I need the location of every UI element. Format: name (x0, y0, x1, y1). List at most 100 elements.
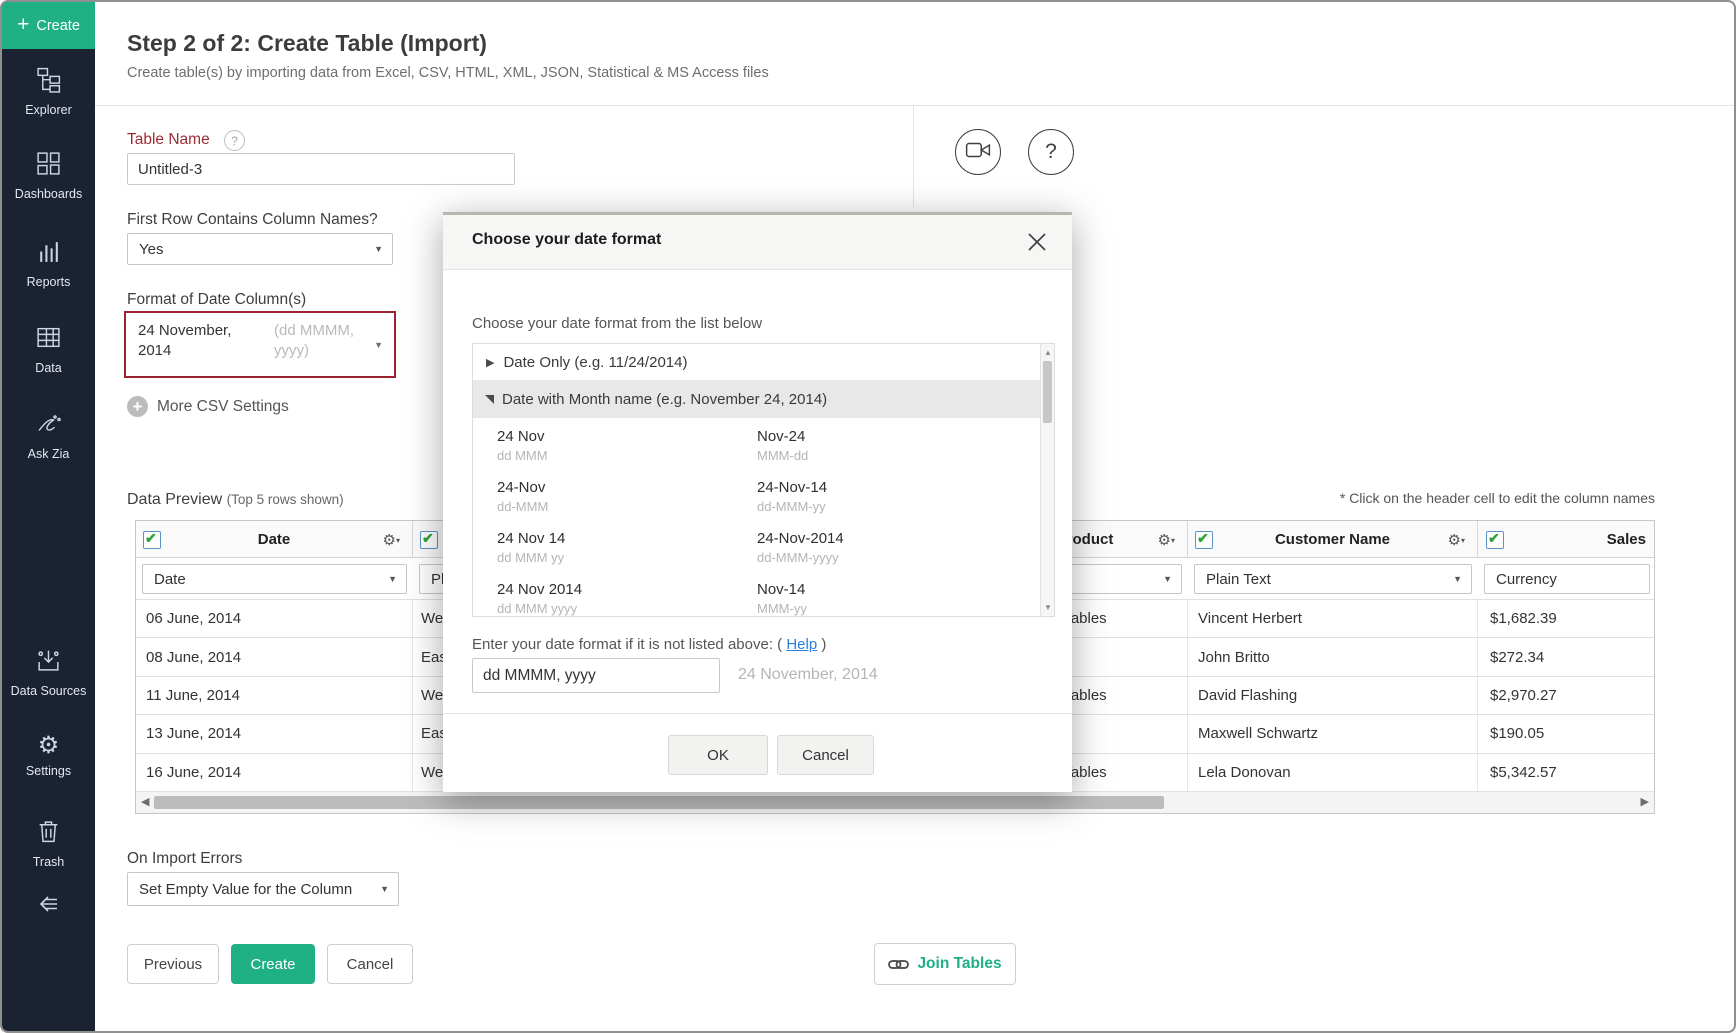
header-cell-sales[interactable]: ✔ Sales (1478, 521, 1656, 558)
settings-gear-icon: ⚙ (38, 733, 60, 759)
format-option[interactable]: 24 Nov 2014dd MMM yyyy (497, 581, 582, 616)
sidebar-item-label: Dashboards (15, 187, 82, 201)
date-format-hint: (dd MMMM, yyyy) (274, 321, 376, 361)
previous-button[interactable]: Previous (127, 944, 219, 984)
more-csv-settings-link[interactable]: More CSV Settings (157, 398, 289, 416)
data-preview-rows-note: (Top 5 rows shown) (227, 492, 344, 507)
sidebar: + Create Explorer Dashboards Reports (2, 2, 95, 1031)
scroll-down-icon[interactable]: ▼ (1043, 603, 1053, 612)
group-date-only[interactable]: ▶ Date Only (e.g. 11/24/2014) (473, 344, 1054, 381)
first-row-label: First Row Contains Column Names? (127, 211, 378, 229)
table-name-input[interactable] (127, 153, 515, 185)
expanded-triangle-icon (485, 395, 494, 404)
cancel-button[interactable]: Cancel (327, 944, 413, 984)
create-table-button[interactable]: Create (231, 944, 315, 984)
link-chain-icon (888, 957, 909, 972)
cell-date: 16 June, 2014 (136, 754, 413, 791)
sidebar-item-explorer[interactable]: Explorer (2, 66, 95, 117)
column-gear-icon[interactable]: ⚙▾ (1448, 531, 1465, 549)
sidebar-collapse-button[interactable] (2, 892, 95, 921)
customer-type-select[interactable]: Plain Text ▼ (1194, 564, 1472, 594)
scrollbar-thumb[interactable] (1043, 361, 1052, 423)
column-title: Sales (1478, 521, 1656, 558)
ask-zia-icon (35, 410, 63, 442)
sidebar-item-label: Data Sources (11, 684, 87, 698)
date-type-select[interactable]: Date ▼ (142, 564, 407, 594)
reports-icon (35, 238, 62, 270)
app-window: + Create Explorer Dashboards Reports (0, 0, 1736, 1033)
group-label: Date with Month name (e.g. November 24, … (502, 391, 827, 408)
dialog-cancel-button[interactable]: Cancel (777, 735, 874, 775)
cell-sales: $190.05 (1478, 715, 1656, 752)
chevron-down-icon: ▼ (374, 340, 383, 350)
sales-type-select[interactable]: Currency (1484, 564, 1650, 594)
video-help-button[interactable] (955, 129, 1001, 175)
chevron-down-icon: ▼ (1163, 574, 1172, 584)
section-divider (913, 106, 914, 207)
cell-date: 06 June, 2014 (136, 600, 413, 637)
cell-customer: David Flashing (1188, 677, 1478, 714)
create-button[interactable]: + Create (2, 2, 95, 49)
custom-format-input[interactable] (472, 658, 720, 693)
edit-columns-note: * Click on the header cell to edit the c… (1102, 490, 1655, 506)
sidebar-item-ask-zia[interactable]: Ask Zia (2, 410, 95, 461)
type-value: Currency (1496, 571, 1557, 588)
close-icon[interactable] (1024, 229, 1050, 255)
collapsed-triangle-icon: ▶ (486, 356, 494, 369)
header-cell-customer-name[interactable]: ✔ Customer Name ⚙▾ (1188, 521, 1478, 558)
header-divider (95, 105, 1734, 106)
format-option[interactable]: 24-Nov-2014dd-MMM-yyyy (757, 530, 844, 565)
ok-button[interactable]: OK (668, 735, 768, 775)
scroll-up-icon[interactable]: ▲ (1043, 348, 1053, 357)
table-name-label: Table Name (127, 131, 210, 149)
first-row-value: Yes (139, 241, 163, 258)
format-option[interactable]: 24-Nov-14dd-MMM-yy (757, 479, 827, 514)
on-import-errors-value: Set Empty Value for the Column (139, 881, 352, 898)
list-scrollbar[interactable]: ▲ ▼ (1040, 344, 1054, 616)
sidebar-item-data[interactable]: Data (2, 324, 95, 375)
sidebar-item-trash[interactable]: Trash (2, 818, 95, 869)
format-option[interactable]: Nov-14MMM-yy (757, 581, 807, 616)
scroll-left-icon[interactable]: ◀ (141, 795, 149, 808)
cell-date: 13 June, 2014 (136, 715, 413, 752)
column-gear-icon[interactable]: ⚙▾ (1158, 531, 1175, 549)
on-import-errors-select[interactable]: Set Empty Value for the Column ▼ (127, 872, 399, 906)
cell-sales: $2,970.27 (1478, 677, 1656, 714)
sidebar-item-data-sources[interactable]: Data Sources (2, 647, 95, 698)
date-format-label: Format of Date Column(s) (127, 291, 306, 309)
sidebar-item-label: Settings (26, 764, 71, 778)
date-format-select[interactable]: 24 November, 2014 (dd MMMM, yyyy) ▼ (124, 311, 396, 378)
horizontal-scrollbar[interactable]: ◀ ▶ (136, 791, 1654, 813)
sidebar-item-reports[interactable]: Reports (2, 238, 95, 289)
help-button[interactable]: ? (1028, 129, 1074, 175)
first-row-select[interactable]: Yes ▼ (127, 233, 393, 265)
cell-sales: $5,342.57 (1478, 754, 1656, 791)
dialog-instruction: Choose your date format from the list be… (472, 315, 762, 332)
scroll-right-icon[interactable]: ▶ (1641, 795, 1649, 808)
header-cell-date[interactable]: ✔ Date ⚙▾ (136, 521, 413, 558)
format-option[interactable]: 24 Novdd MMM (497, 428, 548, 463)
custom-format-prompt: Enter your date format if it is not list… (472, 636, 826, 653)
cell-sales: $272.34 (1478, 638, 1656, 675)
sidebar-item-dashboards[interactable]: Dashboards (2, 150, 95, 201)
page-title: Step 2 of 2: Create Table (Import) (127, 30, 487, 57)
cell-customer: Lela Donovan (1188, 754, 1478, 791)
table-name-help-icon[interactable]: ? (224, 130, 245, 151)
dialog-divider (443, 713, 1072, 714)
format-option[interactable]: 24 Nov 14dd MMM yy (497, 530, 565, 565)
join-tables-button[interactable]: Join Tables (874, 943, 1016, 985)
cell-sales: $1,682.39 (1478, 600, 1656, 637)
explorer-icon (35, 66, 62, 98)
cell-customer: Vincent Herbert (1188, 600, 1478, 637)
data-icon (35, 324, 62, 356)
format-option[interactable]: Nov-24MMM-dd (757, 428, 808, 463)
group-date-with-month-name[interactable]: Date with Month name (e.g. November 24, … (473, 381, 1054, 418)
more-csv-expand-icon[interactable]: + (127, 396, 148, 417)
column-gear-icon[interactable]: ⚙▾ (383, 531, 400, 549)
scrollbar-thumb[interactable] (154, 796, 1164, 809)
chevron-down-icon: ▼ (380, 884, 389, 894)
format-option[interactable]: 24-Novdd-MMM (497, 479, 548, 514)
sidebar-item-settings[interactable]: ⚙ Settings (2, 733, 95, 778)
help-link[interactable]: Help (786, 636, 817, 653)
sidebar-item-label: Ask Zia (28, 447, 70, 461)
